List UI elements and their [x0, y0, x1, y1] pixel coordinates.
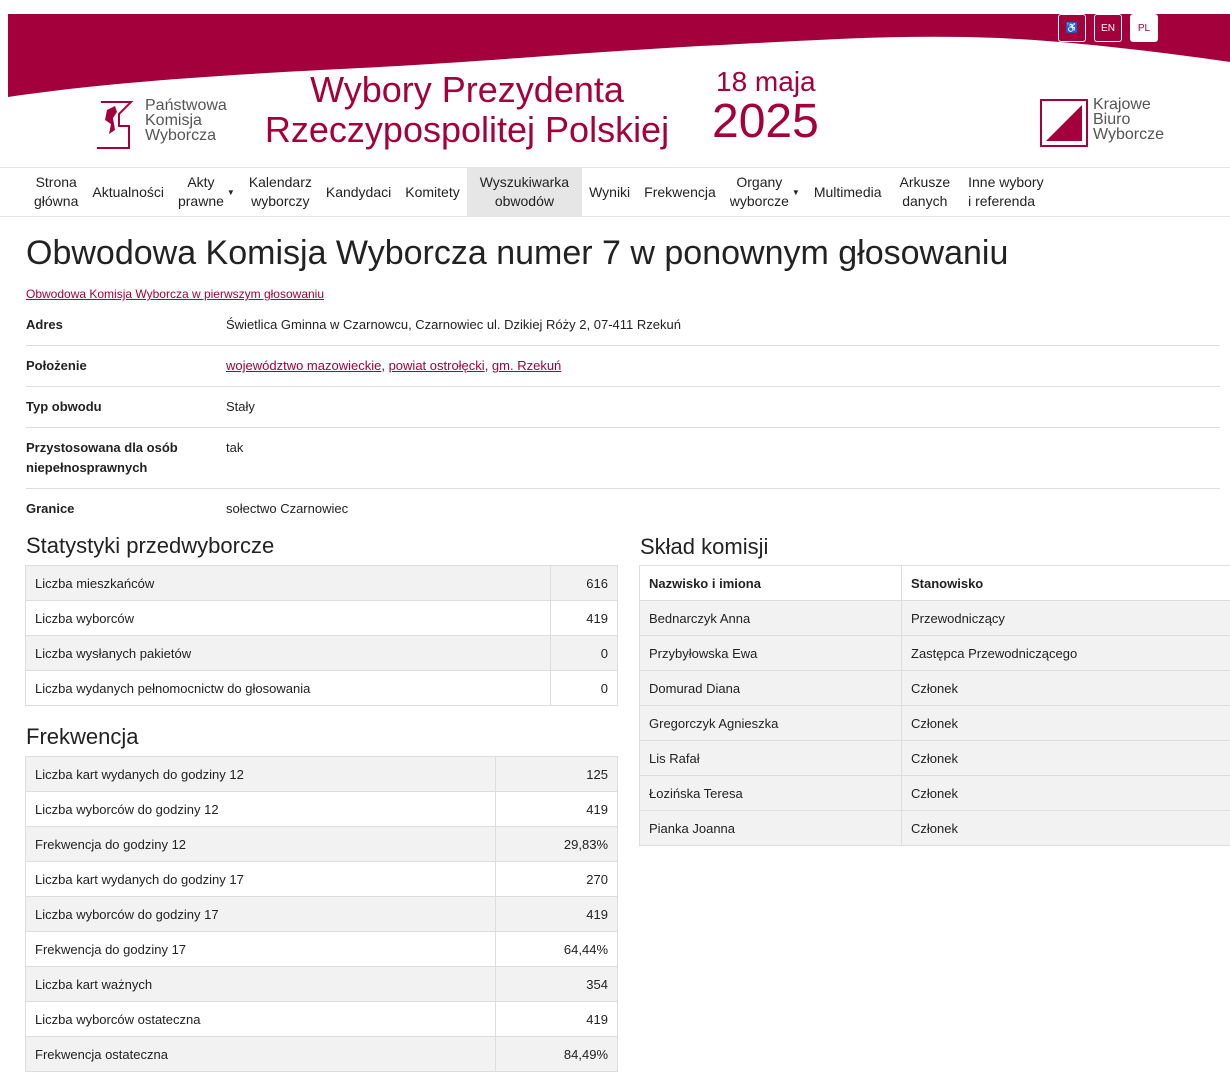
- info-row-accessibility: Przystosowana dla osóbniepełnosprawnych …: [26, 428, 1220, 489]
- caret-down-icon: ▼: [792, 183, 800, 202]
- link-gmina[interactable]: gm. Rzekuń: [492, 358, 561, 373]
- election-title: Wybory Prezydenta Rzeczypospolitej Polsk…: [257, 70, 677, 150]
- nav-komitety[interactable]: Komitety: [398, 168, 466, 216]
- pkw-logo-text[interactable]: Państwowa Komisja Wyborcza: [145, 98, 227, 143]
- info-row-type: Typ obwodu Stały: [26, 387, 1220, 428]
- lang-pl-button[interactable]: PL: [1130, 14, 1158, 42]
- nav-akty-prawne[interactable]: Aktyprawne▼: [171, 168, 242, 216]
- stats-heading: Statystyki przedwyborcze: [26, 533, 274, 559]
- first-round-link[interactable]: Obwodowa Komisja Wyborcza w pierwszym gł…: [26, 287, 324, 301]
- table-row: Liczba kart wydanych do godziny 17270: [26, 862, 618, 897]
- table-row: Liczba kart wydanych do godziny 12125: [26, 757, 618, 792]
- top-utility-bar: ♿ EN PL: [1058, 14, 1158, 42]
- nav-kalendarz-wyborczy[interactable]: Kalendarzwyborczy: [242, 168, 319, 216]
- nav-kandydaci[interactable]: Kandydaci: [319, 168, 398, 216]
- pkw-logo-icon[interactable]: [95, 98, 135, 150]
- nav-arkusze-danych[interactable]: Arkuszedanych: [889, 168, 962, 216]
- table-row: Domurad DianaCzłonek: [640, 671, 1230, 706]
- table-row: Gregorczyk AgnieszkaCzłonek: [640, 706, 1230, 741]
- white-eagle-icon: [905, 44, 995, 154]
- main-navigation: Stronagłówna Aktualności Aktyprawne▼ Kal…: [0, 167, 1230, 217]
- link-powiat[interactable]: powiat ostrołęcki: [389, 358, 485, 373]
- table-row: Liczba wydanych pełnomocnictw do głosowa…: [26, 671, 618, 706]
- table-row: Frekwencja do godziny 1764,44%: [26, 932, 618, 967]
- nav-strona-glowna[interactable]: Stronagłówna: [27, 168, 85, 216]
- table-row: Liczba wyborców do godziny 17419: [26, 897, 618, 932]
- table-row: Frekwencja do godziny 1229,83%: [26, 827, 618, 862]
- turnout-table: Liczba kart wydanych do godziny 12125 Li…: [25, 756, 618, 1072]
- lang-en-button[interactable]: EN: [1094, 14, 1122, 42]
- table-row: Łozińska TeresaCzłonek: [640, 776, 1230, 811]
- nav-organy-wyborcze[interactable]: Organywyborcze▼: [723, 168, 807, 216]
- nav-multimedia[interactable]: Multimedia: [807, 168, 889, 216]
- kbw-logo-text[interactable]: Krajowe Biuro Wyborcze: [1093, 97, 1164, 142]
- table-row: Liczba wyborców ostateczna419: [26, 1002, 618, 1037]
- stats-table: Liczba mieszkańców616 Liczba wyborców419…: [25, 565, 618, 706]
- nav-aktualnosci[interactable]: Aktualności: [85, 168, 171, 216]
- table-row: Liczba wysłanych pakietów0: [26, 636, 618, 671]
- table-row: Liczba wyborców do godziny 12419: [26, 792, 618, 827]
- committee-heading: Skład komisji: [640, 534, 768, 560]
- link-wojewodztwo[interactable]: województwo mazowieckie: [226, 358, 381, 373]
- nav-inne-wybory[interactable]: Inne wyboryi referenda: [961, 168, 1050, 216]
- table-header-row: Nazwisko i imionaStanowisko: [640, 566, 1230, 601]
- page-title: Obwodowa Komisja Wyborcza numer 7 w pono…: [26, 234, 1008, 273]
- commission-info-table: Adres Świetlica Gminna w Czarnowcu, Czar…: [26, 305, 1220, 529]
- table-row: Liczba mieszkańców616: [26, 566, 618, 601]
- accessibility-icon[interactable]: ♿: [1058, 14, 1086, 42]
- nav-wyniki[interactable]: Wyniki: [582, 168, 637, 216]
- table-row: Liczba wyborców419: [26, 601, 618, 636]
- table-row: Pianka JoannaCzłonek: [640, 811, 1230, 846]
- info-row-location: Położenie województwo mazowieckie, powia…: [26, 346, 1220, 387]
- committee-table: Nazwisko i imionaStanowisko Bednarczyk A…: [639, 565, 1230, 846]
- caret-down-icon: ▼: [227, 183, 235, 202]
- info-row-address: Adres Świetlica Gminna w Czarnowcu, Czar…: [26, 305, 1220, 346]
- table-row: Bednarczyk AnnaPrzewodniczący: [640, 601, 1230, 636]
- election-date-year: 2025: [712, 94, 819, 149]
- table-row: Przybyłowska EwaZastępca Przewodnicząceg…: [640, 636, 1230, 671]
- table-row: Frekwencja ostateczna84,49%: [26, 1037, 618, 1072]
- nav-wyszukiwarka-obwodow[interactable]: Wyszukiwarkaobwodów: [467, 168, 582, 216]
- info-row-borders: Granice sołectwo Czarnowiec: [26, 489, 1220, 530]
- table-row: Lis RafałCzłonek: [640, 741, 1230, 776]
- table-row: Liczba kart ważnych354: [26, 967, 618, 1002]
- kbw-logo-icon[interactable]: [1040, 99, 1088, 147]
- site-header: ♿ EN PL Państwowa Komisja Wyborcza Wybor…: [0, 0, 1230, 167]
- turnout-heading: Frekwencja: [26, 724, 138, 750]
- nav-frekwencja[interactable]: Frekwencja: [637, 168, 723, 216]
